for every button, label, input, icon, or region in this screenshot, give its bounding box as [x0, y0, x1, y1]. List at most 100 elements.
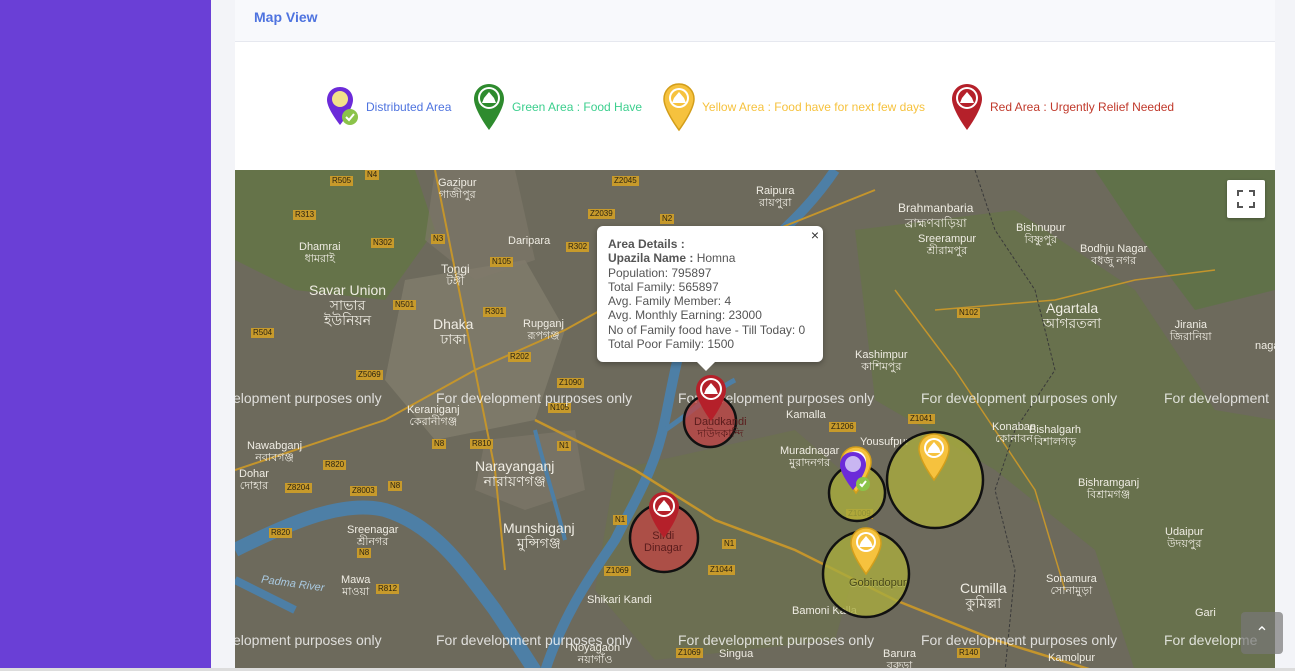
dev-watermark: For development: [1164, 390, 1270, 406]
road-label: Z2039: [588, 209, 615, 219]
map-canvas[interactable]: Gazipur গাজীপুর Dhamrai ধামরাই Tongi টঙ্গী …: [235, 170, 1275, 671]
place-label: Keraniganj কেরানীগঞ্জ: [407, 404, 460, 428]
road-label: R504: [251, 328, 275, 338]
place-label: Jirania জিরানিয়া: [1170, 319, 1212, 343]
place-label: Gazipur গাজীপুর: [438, 177, 477, 201]
road-label: N302: [371, 238, 395, 248]
road-label: N501: [393, 300, 417, 310]
place-label: Bamoni Kalla: [792, 605, 857, 617]
red-pin-icon: [952, 84, 982, 130]
place-label: Savar Union সাভার ইউনিয়ন: [309, 282, 387, 328]
place-label: nagar: [1255, 340, 1275, 352]
distributed-area-marker[interactable]: [839, 450, 873, 496]
place-label: Mawa মাওয়া: [341, 574, 371, 598]
green-pin-icon: [474, 84, 504, 130]
yellow-area-marker[interactable]: [917, 432, 951, 482]
popup-total-family: Total Family: 565897: [608, 279, 719, 294]
road-label: N105: [490, 257, 514, 267]
place-label: Udaipur উদয়পুর: [1165, 526, 1204, 550]
road-label: N102: [957, 308, 981, 318]
road-label: N4: [365, 170, 380, 180]
road-label: Z1090: [557, 378, 584, 388]
legend-label: Green Area : Food Have: [512, 100, 643, 114]
fullscreen-icon: [1237, 190, 1255, 208]
place-label: Tongi টঙ্গী: [441, 262, 470, 288]
place-label: Rupganj রূপগঞ্জ: [523, 318, 564, 342]
place-label: Narayanganj নারায়ণগঞ্জ: [475, 458, 555, 489]
road-label: N1: [613, 515, 628, 525]
place-label: Bishramganj বিশ্রামগঞ্জ: [1078, 477, 1140, 501]
place-label: Agartala আগরতলা: [1043, 300, 1102, 331]
place-label: Sreenagar শ্রীনগর: [347, 524, 399, 548]
map-legend: Distributed Area Green Area : Food Have …: [235, 42, 1275, 170]
road-label: Z1069: [604, 566, 631, 576]
card-title: Map View: [254, 9, 318, 25]
place-label: Gobindopur: [849, 577, 907, 589]
popup-upazila-value: Homna: [696, 251, 736, 266]
road-label: Z1009: [846, 509, 873, 519]
road-label: Z1044: [708, 565, 735, 575]
popup-poor-family: Total Poor Family: 1500: [608, 337, 735, 352]
place-label: Daripara: [508, 235, 551, 247]
road-label: N8: [388, 481, 403, 491]
legend-label: Yellow Area : Food have for next few day…: [702, 100, 926, 114]
legend-label: Red Area : Urgently Relief Needed: [990, 100, 1175, 114]
place-label: Cumilla কুমিল্লা: [960, 580, 1007, 611]
fullscreen-button[interactable]: [1227, 180, 1265, 218]
place-label: Munshiganj মুন্সিগঞ্জ: [503, 520, 575, 551]
place-label: Dhaka ঢাকা: [433, 316, 474, 347]
area-details-popup: × Area Details : Upazila Name : Homna Po…: [597, 226, 823, 371]
place-label: Brahmanbaria ব্রাহ্মণবাড়িয়া: [898, 201, 974, 230]
place-label: Sonamura সোনামুড়া: [1046, 573, 1097, 597]
place-label: Bodhju Nagar বধজু নগর: [1080, 243, 1148, 267]
close-icon[interactable]: ×: [811, 228, 819, 243]
legend-green: Green Area : Food Have: [472, 82, 642, 132]
legend-red: Red Area : Urgently Relief Needed: [950, 82, 1174, 132]
road-label: R313: [293, 210, 317, 220]
place-label: Sreerampur শ্রীরামপুর: [918, 233, 977, 257]
road-label: N2: [660, 214, 675, 224]
place-label: Gari: [1195, 607, 1216, 619]
place-label: Kashimpur কাশিমপুর: [855, 349, 908, 373]
place-label: Singua: [719, 648, 754, 660]
red-area-marker[interactable]: [694, 373, 728, 423]
popup-avg-earning: Avg. Monthly Earning: 23000: [608, 308, 762, 323]
road-label: R820: [269, 528, 293, 538]
place-label: Dhamrai ধামরাই: [299, 241, 341, 265]
road-label: R810: [470, 439, 494, 449]
road-label: Z1041: [908, 414, 935, 424]
road-label: Z8003: [350, 486, 377, 496]
road-label: N3: [431, 234, 446, 244]
road-label: N1: [722, 539, 737, 549]
road-label: R505: [330, 176, 354, 186]
place-label: Muradnagar মুরাদনগর: [780, 445, 840, 469]
road-label: N1: [557, 441, 572, 451]
popup-heading: Area Details :: [608, 237, 685, 251]
dev-watermark: For development purposes only: [436, 632, 633, 648]
popup-upazila-label: Upazila Name :: [608, 251, 694, 266]
road-label: Z1206: [829, 422, 856, 432]
road-label: Z2045: [612, 176, 639, 186]
map-view-card: Map View Distributed Area Green Area : F…: [235, 0, 1275, 671]
road-label: N8: [357, 548, 372, 558]
legend-yellow: Yellow Area : Food have for next few day…: [662, 82, 925, 132]
red-area-marker[interactable]: [647, 490, 681, 540]
road-label: R820: [323, 460, 347, 470]
scroll-to-top-button[interactable]: ⌃: [1241, 612, 1283, 654]
legend-distributed: Distributed Area: [326, 82, 451, 132]
distributed-pin-icon: [327, 87, 358, 125]
yellow-area-marker[interactable]: [849, 526, 883, 576]
road-label: N8: [432, 439, 447, 449]
dev-watermark: elopment purposes only: [235, 390, 382, 406]
sidebar: [0, 0, 211, 671]
place-label: Kamalla: [786, 409, 826, 421]
place-label: Kamolpur: [1048, 652, 1096, 664]
place-label: Bishnupur বিষ্ণুপুর: [1016, 222, 1066, 246]
place-label: Dohar দোহার: [239, 468, 269, 492]
road-label: Z8204: [285, 483, 312, 493]
popup-population: Population: 795897: [608, 265, 712, 280]
dev-watermark: For development purposes only: [921, 390, 1118, 406]
card-header: Map View: [235, 0, 1275, 42]
road-label: R140: [957, 648, 981, 658]
place-label: Bishalgarh বিশালগড়: [1029, 424, 1081, 448]
